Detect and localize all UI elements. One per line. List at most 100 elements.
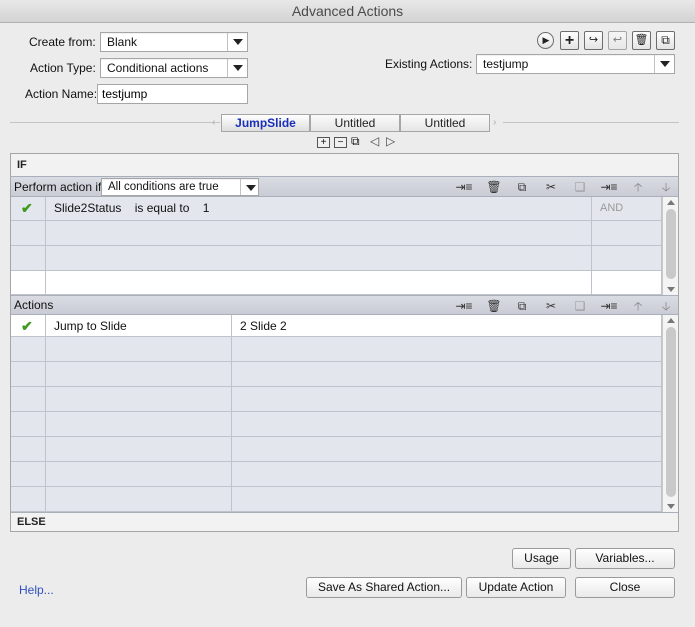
scroll-thumb[interactable] bbox=[666, 327, 676, 497]
row-cell bbox=[232, 462, 662, 486]
condition-row[interactable]: ✔ Slide2Status is equal to 1 AND bbox=[11, 197, 662, 221]
perform-dropdown[interactable]: All conditions are true bbox=[101, 178, 259, 196]
condition-expression[interactable]: Slide2Status is equal to 1 bbox=[46, 197, 592, 220]
action-type-label: Action Type: bbox=[30, 61, 96, 75]
action-row[interactable] bbox=[11, 462, 662, 487]
row-cell bbox=[11, 412, 46, 436]
tab-untitled-1[interactable]: Untitled bbox=[310, 114, 400, 132]
update-action-button[interactable]: Update Action bbox=[466, 577, 566, 598]
duplicate-action-button[interactable]: ⧉ bbox=[656, 31, 675, 50]
action-command[interactable]: Jump to Slide bbox=[46, 315, 232, 336]
else-section-header[interactable]: ELSE bbox=[11, 512, 678, 531]
action-row[interactable] bbox=[11, 412, 662, 437]
variables-button[interactable]: Variables... bbox=[575, 548, 675, 569]
row-cell bbox=[232, 337, 662, 361]
action-row[interactable] bbox=[11, 437, 662, 462]
row-cell bbox=[11, 437, 46, 461]
close-button[interactable]: Close bbox=[575, 577, 675, 598]
if-section-header[interactable]: IF bbox=[11, 154, 678, 176]
action-row[interactable] bbox=[11, 337, 662, 362]
row-cell bbox=[232, 387, 662, 411]
row-cell bbox=[592, 221, 662, 245]
copy-icon[interactable]: ⧉ bbox=[513, 298, 531, 314]
insert-below-icon[interactable]: ⇥≡ bbox=[600, 298, 618, 314]
create-from-dropdown[interactable]: Blank bbox=[100, 32, 248, 52]
row-cell bbox=[46, 487, 232, 511]
paste-icon[interactable]: ❑ bbox=[571, 179, 589, 195]
usage-button[interactable]: Usage bbox=[512, 548, 571, 569]
tab-jumpslide[interactable]: JumpSlide bbox=[221, 114, 310, 132]
divider-right bbox=[503, 122, 679, 123]
window-title: Advanced Actions bbox=[0, 0, 695, 23]
add-icon: + bbox=[564, 32, 575, 49]
check-icon[interactable]: ✔ bbox=[11, 315, 46, 336]
arrow-up-icon[interactable]: 🡡 bbox=[629, 298, 647, 314]
add-tab-button[interactable]: + bbox=[317, 137, 330, 148]
check-icon[interactable]: ✔ bbox=[11, 197, 46, 220]
row-cell bbox=[11, 337, 46, 361]
action-type-value: Conditional actions bbox=[107, 61, 209, 75]
arrow-down-icon[interactable]: 🡣 bbox=[657, 298, 675, 314]
help-link[interactable]: Help... bbox=[19, 583, 54, 597]
copy-icon[interactable]: ⧉ bbox=[513, 179, 531, 195]
action-target[interactable]: 2 Slide 2 bbox=[232, 315, 662, 336]
insert-row-icon[interactable]: ⇥≡ bbox=[455, 298, 473, 314]
trash-icon[interactable]: 🗑 bbox=[485, 179, 503, 195]
row-cell bbox=[46, 221, 592, 245]
existing-actions-dropdown[interactable]: testjump bbox=[476, 54, 675, 74]
scroll-down-icon[interactable] bbox=[667, 287, 675, 292]
arrow-down-icon[interactable]: 🡣 bbox=[657, 179, 675, 195]
arrow-up-icon[interactable]: 🡡 bbox=[629, 179, 647, 195]
actions-label: Actions bbox=[14, 298, 54, 312]
scroll-down-icon[interactable] bbox=[667, 504, 675, 509]
create-from-label: Create from: bbox=[29, 35, 96, 49]
row-cell bbox=[232, 362, 662, 386]
action-row[interactable] bbox=[11, 387, 662, 412]
action-row[interactable] bbox=[11, 487, 662, 512]
condition-row[interactable] bbox=[11, 271, 662, 295]
action-name-input[interactable] bbox=[97, 84, 248, 104]
prev-tab-button[interactable]: ◁ bbox=[370, 134, 379, 148]
row-cell bbox=[232, 437, 662, 461]
action-row[interactable] bbox=[11, 362, 662, 387]
scroll-up-icon[interactable] bbox=[667, 318, 675, 323]
save-shared-action-button[interactable]: Save As Shared Action... bbox=[306, 577, 462, 598]
copy-tab-button[interactable]: ⧉ bbox=[351, 134, 360, 149]
condition-row[interactable] bbox=[11, 246, 662, 271]
delete-action-button[interactable]: 🗑 bbox=[632, 31, 651, 50]
paste-icon[interactable]: ❑ bbox=[571, 298, 589, 314]
scroll-up-icon[interactable] bbox=[667, 200, 675, 205]
perform-label: Perform action if: bbox=[14, 180, 105, 194]
remove-tab-button[interactable]: − bbox=[334, 137, 347, 148]
insert-below-icon[interactable]: ⇥≡ bbox=[600, 179, 618, 195]
condition-logic[interactable]: AND bbox=[592, 197, 662, 220]
triangle-left-icon: ◁ bbox=[370, 134, 380, 148]
insert-row-icon[interactable]: ⇥≡ bbox=[455, 179, 473, 195]
next-tab-button[interactable]: ▷ bbox=[386, 134, 395, 148]
condition-value: 1 bbox=[202, 201, 210, 215]
import-action-button[interactable]: ↪ bbox=[584, 31, 603, 50]
scroll-thumb[interactable] bbox=[666, 209, 676, 279]
row-cell bbox=[232, 412, 662, 436]
action-row[interactable]: ✔ Jump to Slide 2 Slide 2 bbox=[11, 315, 662, 337]
scissors-icon[interactable]: ✂ bbox=[542, 298, 560, 314]
scissors-icon[interactable]: ✂ bbox=[542, 179, 560, 195]
condition-row[interactable] bbox=[11, 221, 662, 246]
chevron-down-icon bbox=[227, 59, 247, 77]
divider-left bbox=[10, 122, 220, 123]
add-action-button[interactable]: + bbox=[560, 31, 579, 50]
minus-icon: − bbox=[337, 137, 344, 148]
action-type-dropdown[interactable]: Conditional actions bbox=[100, 58, 248, 78]
conditions-scrollbar[interactable] bbox=[662, 197, 678, 295]
actions-scrollbar[interactable] bbox=[662, 315, 678, 512]
tab-untitled-2[interactable]: Untitled bbox=[400, 114, 490, 132]
copy-icon: ⧉ bbox=[351, 134, 360, 148]
chevron-down-icon bbox=[654, 55, 674, 73]
action-name-label: Action Name: bbox=[25, 87, 98, 101]
trash-icon[interactable]: 🗑 bbox=[485, 298, 503, 314]
export-action-button[interactable]: ↩ bbox=[608, 31, 627, 50]
row-cell bbox=[592, 271, 662, 294]
row-cell bbox=[46, 462, 232, 486]
preview-button[interactable]: ▶ bbox=[537, 32, 554, 49]
export-icon: ↩ bbox=[612, 34, 623, 46]
